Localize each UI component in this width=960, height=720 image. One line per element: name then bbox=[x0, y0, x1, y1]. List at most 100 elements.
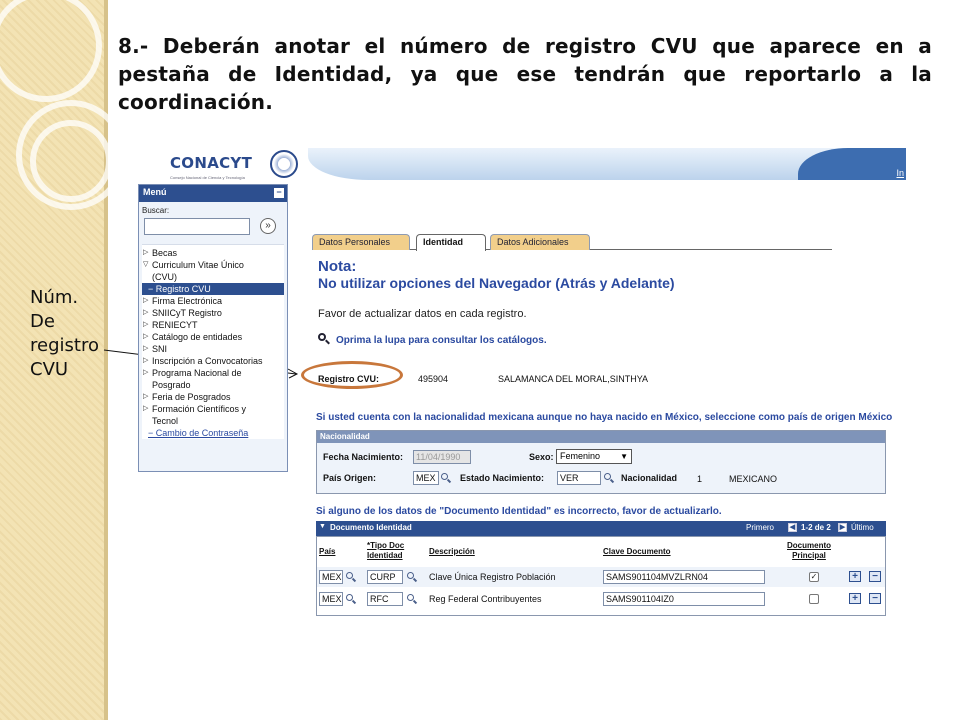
row-principal-checkbox[interactable] bbox=[809, 594, 819, 604]
delete-row-icon[interactable]: − bbox=[869, 571, 881, 582]
side-label-line: registro bbox=[30, 335, 99, 356]
side-label-line: De bbox=[30, 311, 55, 332]
collapse-icon[interactable]: − bbox=[274, 188, 284, 198]
triangle-right-icon: ▷ bbox=[143, 309, 149, 316]
delete-row-icon[interactable]: − bbox=[869, 593, 881, 604]
col-principal-line: Documento bbox=[787, 541, 831, 550]
triangle-right-icon: ▷ bbox=[143, 297, 149, 304]
menu-item-label: SNI bbox=[152, 344, 168, 354]
estado-label: Estado Nacimiento: bbox=[460, 473, 545, 483]
add-row-icon[interactable]: + bbox=[849, 593, 861, 604]
update-notice: Favor de actualizar datos en cada regist… bbox=[318, 308, 527, 320]
top-banner: In bbox=[308, 148, 906, 180]
triangle-right-icon: ▷ bbox=[143, 357, 149, 364]
row-descripcion: Clave Única Registro Población bbox=[429, 572, 556, 582]
menu-item-label: Firma Electrónica bbox=[152, 296, 223, 306]
col-principal-line: Principal bbox=[792, 551, 826, 560]
logo-seal-icon bbox=[270, 150, 298, 178]
search-icon[interactable] bbox=[346, 572, 357, 583]
highlight-oval bbox=[301, 361, 403, 389]
nav-first[interactable]: Primero bbox=[746, 523, 774, 532]
table-row: MEX CURP Clave Única Registro Población … bbox=[317, 567, 885, 587]
topbar-link[interactable]: In bbox=[896, 168, 904, 178]
fecha-field[interactable]: 11/04/1990 bbox=[413, 450, 471, 464]
menu-item-label: Feria de Posgrados bbox=[152, 392, 231, 402]
menu-item-formacion[interactable]: ▷ Formación Científicos y bbox=[142, 403, 284, 415]
triangle-right-icon: ▷ bbox=[143, 249, 149, 256]
nota-subtitle: No utilizar opciones del Navegador (Atrá… bbox=[318, 275, 675, 291]
prev-icon[interactable]: ◀ bbox=[788, 523, 797, 532]
search-go-icon[interactable]: » bbox=[260, 218, 276, 234]
row-pais-field[interactable]: MEX bbox=[319, 570, 343, 584]
documento-grid: País *Tipo Doc Identidad Descripción Cla… bbox=[316, 536, 886, 616]
menu-item-feria[interactable]: ▷ Feria de Posgrados bbox=[142, 391, 284, 403]
menu-item-cambio-contrasena[interactable]: − Cambio de Contraseña bbox=[142, 427, 284, 439]
row-principal-checkbox[interactable]: ✓ bbox=[809, 572, 819, 582]
search-icon[interactable] bbox=[407, 594, 418, 605]
triangle-right-icon: ▷ bbox=[143, 369, 149, 376]
menu-item-cvu[interactable]: ▽ Curriculum Vitae Único bbox=[142, 259, 284, 271]
menu-item-posgrado-cont[interactable]: Posgrado bbox=[142, 379, 284, 391]
nacionalidad-label: Nacionalidad bbox=[621, 473, 678, 483]
decorative-edge bbox=[104, 0, 108, 720]
sexo-select[interactable]: Femenino ▼ bbox=[556, 449, 632, 464]
menu-item-formacion-cont[interactable]: Tecnol bbox=[142, 415, 284, 427]
row-clave-field[interactable]: SAMS901104MVZLRN04 bbox=[603, 570, 765, 584]
estado-field[interactable]: VER bbox=[557, 471, 601, 485]
tab-bar: Datos Personales Identidad Datos Adicion… bbox=[312, 234, 832, 251]
nacionalidad-hint: Si usted cuenta con la nacionalidad mexi… bbox=[316, 412, 893, 423]
menu-item-label: − Cambio de Contraseña bbox=[148, 428, 249, 438]
sexo-value: Femenino bbox=[560, 451, 601, 461]
menu-item-catalogo[interactable]: ▷ Catálogo de entidades bbox=[142, 331, 284, 343]
grid-title: Documento Identidad bbox=[330, 523, 412, 532]
menu-item-label: Tecnol bbox=[152, 416, 179, 426]
search-input[interactable] bbox=[144, 218, 250, 235]
row-tipo-field[interactable]: RFC bbox=[367, 592, 403, 606]
pais-field[interactable]: MEX bbox=[413, 471, 439, 485]
triangle-right-icon: ▷ bbox=[143, 345, 149, 352]
col-descripcion: Descripción bbox=[429, 547, 475, 556]
search-icon[interactable] bbox=[441, 473, 452, 484]
magnifier-icon bbox=[318, 333, 330, 345]
search-row: » bbox=[142, 216, 284, 238]
catalog-hint-text: Oprima la lupa para consultar los catálo… bbox=[336, 335, 547, 346]
menu-item-sni[interactable]: ▷ SNI bbox=[142, 343, 284, 355]
menu-item-label: Catálogo de entidades bbox=[152, 332, 243, 342]
menu-item-sniicyt[interactable]: ▷ SNIICyT Registro bbox=[142, 307, 284, 319]
side-label-line: Núm. bbox=[30, 287, 79, 308]
nav-last[interactable]: Último bbox=[851, 523, 874, 532]
menu-item-posgrado[interactable]: ▷ Programa Nacional de bbox=[142, 367, 284, 379]
triangle-right-icon: ▷ bbox=[143, 333, 149, 340]
search-icon[interactable] bbox=[346, 594, 357, 605]
row-clave-field[interactable]: SAMS901104IZ0 bbox=[603, 592, 765, 606]
menu-item-firma[interactable]: ▷ Firma Electrónica bbox=[142, 295, 284, 307]
grid-collapse-icon[interactable]: ▼ bbox=[319, 523, 326, 530]
menu-item-label: SNIICyT Registro bbox=[152, 308, 222, 318]
menu-item-label: (CVU) bbox=[152, 272, 177, 282]
row-tipo-field[interactable]: CURP bbox=[367, 570, 403, 584]
tab-datos-personales[interactable]: Datos Personales bbox=[312, 234, 410, 250]
menu-item-becas[interactable]: ▷ Becas bbox=[142, 247, 284, 259]
menu-item-label: Curriculum Vitae Único bbox=[152, 260, 244, 270]
tab-datos-adicionales[interactable]: Datos Adicionales bbox=[490, 234, 590, 250]
menu-item-label: Programa Nacional de bbox=[152, 368, 242, 378]
menu-item-registro-cvu[interactable]: − Registro CVU bbox=[142, 283, 284, 295]
tab-identidad[interactable]: Identidad bbox=[416, 234, 486, 251]
documento-hint: Si alguno de los datos de "Documento Ide… bbox=[316, 506, 722, 517]
menu-item-convocatorias[interactable]: ▷ Inscripción a Convocatorias bbox=[142, 355, 284, 367]
next-icon[interactable]: ▶ bbox=[838, 523, 847, 532]
logo-subtitle: Consejo Nacional de Ciencia y Tecnología bbox=[170, 175, 245, 180]
row-descripcion: Reg Federal Contribuyentes bbox=[429, 594, 542, 604]
table-row: MEX RFC Reg Federal Contribuyentes SAMS9… bbox=[317, 589, 885, 609]
search-icon[interactable] bbox=[407, 572, 418, 583]
menu-item-cvu-cont[interactable]: (CVU) bbox=[142, 271, 284, 283]
nacionalidad-box: Nacionalidad Fecha Nacimiento: 11/04/199… bbox=[316, 430, 886, 494]
nacionalidad-code: 1 bbox=[697, 474, 703, 484]
search-icon[interactable] bbox=[604, 473, 615, 484]
add-row-icon[interactable]: + bbox=[849, 571, 861, 582]
menu-item-reniecyt[interactable]: ▷ RENIECYT bbox=[142, 319, 284, 331]
menu-list: ▷ Becas ▽ Curriculum Vitae Único (CVU) − R… bbox=[142, 244, 284, 439]
row-pais-field[interactable]: MEX bbox=[319, 592, 343, 606]
col-tipo-line: Identidad bbox=[367, 551, 403, 560]
menu-item-label: RENIECYT bbox=[152, 320, 198, 330]
